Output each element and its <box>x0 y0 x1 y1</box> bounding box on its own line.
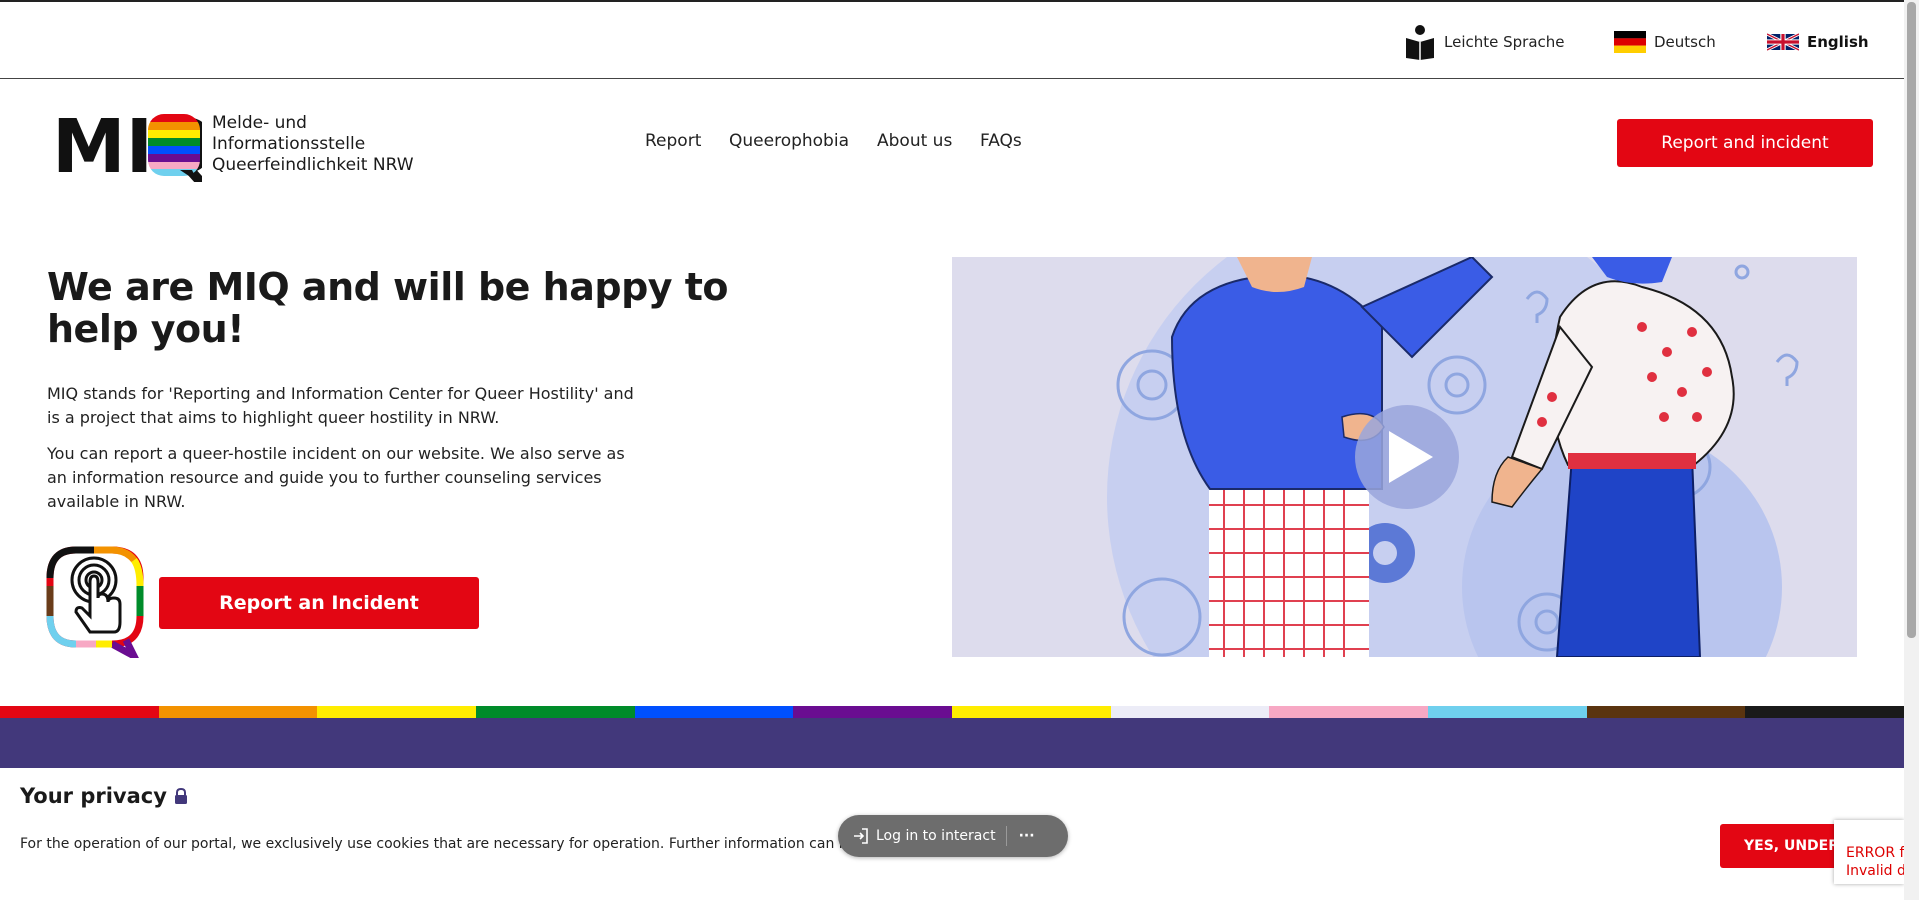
easy-language-link[interactable]: Leichte Sprache <box>1404 25 1565 60</box>
more-options-button[interactable]: ··· <box>1019 828 1035 844</box>
german-label: Deutsch <box>1654 33 1716 51</box>
germany-flag-icon <box>1614 31 1646 53</box>
hero-paragraph-2: You can report a queer-hostile incident … <box>47 444 625 511</box>
report-incident-button[interactable]: Report an Incident <box>159 577 479 629</box>
rainbow-segment <box>1269 706 1429 718</box>
rainbow-segment <box>1745 706 1905 718</box>
login-pill[interactable]: Log in to interact ··· <box>838 815 1068 857</box>
hero-title: We are MIQ and will be happy to help you… <box>47 265 729 351</box>
reading-person-icon <box>1406 25 1434 60</box>
login-pill-divider <box>1005 826 1007 846</box>
rainbow-segment <box>1110 706 1270 718</box>
logo-line-3: Queerfeindlichkeit NRW <box>212 155 414 175</box>
login-label: Log in to interact <box>876 828 996 844</box>
hero-video[interactable] <box>952 257 1857 657</box>
rainbow-strip <box>0 706 1905 718</box>
privacy-title-text: Your privacy <box>20 784 167 808</box>
header-report-button[interactable]: Report and incident <box>1617 119 1873 167</box>
purple-band <box>0 718 1904 768</box>
rainbow-segment <box>0 706 159 718</box>
nav-queerophobia[interactable]: Queerophobia <box>729 131 849 151</box>
rainbow-segment <box>476 706 635 718</box>
privacy-text: For the operation of our portal, we excl… <box>20 836 850 852</box>
rainbow-segment <box>793 706 953 718</box>
easy-language-label: Leichte Sprache <box>1444 33 1565 51</box>
logo-line-1: Melde- und <box>212 113 307 133</box>
scrollbar-thumb[interactable] <box>1907 2 1916 638</box>
logo-text: Melde- und Informationsstelle Queerfeind… <box>212 113 414 176</box>
hero-paragraph-1: MIQ stands for 'Reporting and Informatio… <box>47 384 634 427</box>
recaptcha-error-line-1: ERROR for <box>1846 845 1904 861</box>
privacy-title: Your privacy <box>20 784 188 808</box>
miq-logo[interactable]: MIQ <box>52 104 216 190</box>
language-bar: Leichte Sprache Deutsch English <box>0 0 1904 79</box>
touch-hand-icon <box>46 546 146 665</box>
uk-flag-icon <box>1767 32 1799 52</box>
rainbow-segment <box>952 706 1111 718</box>
lock-icon <box>174 787 187 804</box>
rainbow-segment <box>1428 706 1587 718</box>
recaptcha-error: ERROR for Invalid do <box>1834 820 1904 884</box>
rainbow-segment <box>317 706 477 718</box>
rainbow-segment <box>634 706 794 718</box>
nav-about-us[interactable]: About us <box>877 131 952 151</box>
rainbow-segment <box>1586 706 1746 718</box>
logo-line-2: Informationsstelle <box>212 134 366 154</box>
rainbow-segment <box>158 706 318 718</box>
play-icon[interactable] <box>1377 427 1437 487</box>
english-link[interactable]: English <box>1767 26 1869 58</box>
recaptcha-error-line-2: Invalid do <box>1846 863 1904 879</box>
german-link[interactable]: Deutsch <box>1614 26 1716 58</box>
login-arrow-icon <box>854 828 868 844</box>
english-label: English <box>1807 33 1869 51</box>
nav-report[interactable]: Report <box>645 131 701 151</box>
miq-logo-mark: MIQ <box>52 104 216 190</box>
nav-faqs[interactable]: FAQs <box>980 131 1022 151</box>
